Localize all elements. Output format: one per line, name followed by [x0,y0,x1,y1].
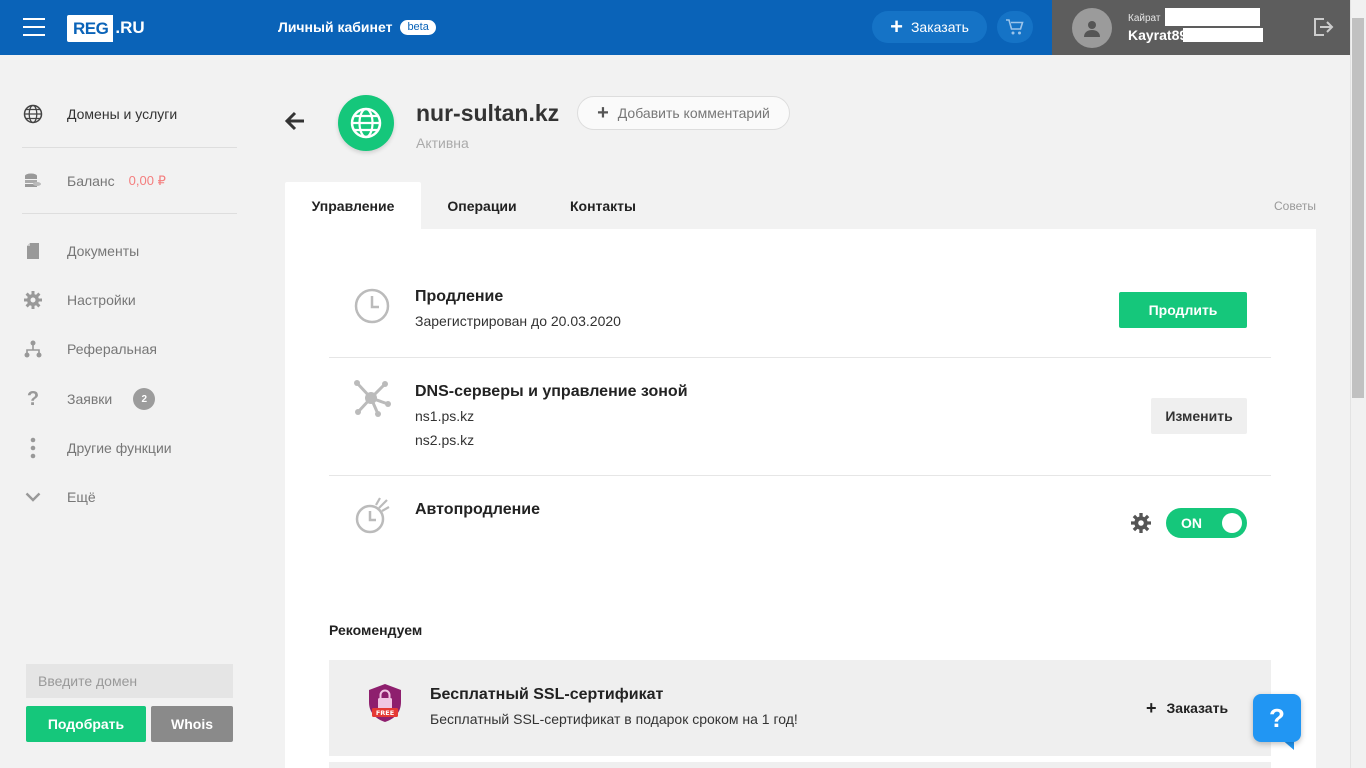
renew-button[interactable]: Продлить [1119,292,1247,328]
promo-card-next [329,762,1271,768]
cart-button[interactable] [997,11,1033,43]
sidebar-item-label: Ещё [67,489,96,505]
ssl-promo-title: Бесплатный SSL-сертификат [430,686,664,703]
domain-name: nur-sultan.kz [416,100,560,126]
row-divider [329,357,1271,358]
sidebar-item-documents[interactable]: Документы [22,240,139,262]
toggle-knob [1222,513,1242,533]
sidebar-item-label: Заявки [67,391,113,407]
autorenew-clock-icon [355,497,390,534]
redacted-block [1165,8,1260,26]
sidebar-item-domains[interactable]: Домены и услуги [22,103,177,125]
dns-ns2: ns2.ps.kz [415,432,475,448]
sidebar-item-settings[interactable]: Настройки [22,289,136,311]
sidebar-item-label: Настройки [67,292,136,308]
plus-icon: + [597,102,609,124]
requests-count-badge: 2 [133,388,156,410]
question-icon: ? [26,387,40,410]
sidebar-item-label: Другие функции [67,440,172,456]
toggle-label: ON [1181,515,1202,531]
plus-icon: + [1146,698,1157,718]
top-header: REG .RU Личный кабинет beta + Заказать К… [0,0,1350,55]
sidebar-item-requests[interactable]: ? Заявки 2 [22,387,156,410]
tab-management[interactable]: Управление [285,182,421,230]
logout-icon[interactable] [1312,16,1334,38]
hamburger-menu-icon[interactable] [23,18,45,36]
logo-ru: .RU [115,18,145,37]
domain-icon [338,95,394,151]
dns-ns1: ns1.ps.kz [415,408,475,424]
gear-icon[interactable] [1131,513,1151,533]
change-dns-button[interactable]: Изменить [1151,398,1247,434]
pick-domain-button[interactable]: Подобрать [26,706,146,742]
sidebar-item-label: Домены и услуги [67,106,178,122]
balance-value: 0,00 ₽ [128,173,166,188]
dns-title: DNS-серверы и управление зоной [415,383,688,400]
add-comment-button[interactable]: + Добавить комментарий [577,96,790,130]
sidebar-item-balance[interactable]: Баланс 0,00 ₽ [22,170,166,192]
network-icon [354,380,391,417]
sidebar-item-other[interactable]: Другие функции [22,437,172,459]
referral-icon [22,338,44,360]
help-button[interactable]: ? [1253,694,1301,742]
sidebar-item-label: Реферальная [67,341,157,357]
domain-search-input[interactable] [26,664,233,698]
tips-link[interactable]: Советы [1274,199,1316,213]
sidebar-item-label: Баланс [67,173,115,189]
autorenew-toggle[interactable]: ON [1166,508,1247,538]
ssl-shield-icon: FREE [369,684,401,722]
ssl-promo-text: Бесплатный SSL-сертификат в подарок срок… [430,711,798,727]
scrollbar-thumb[interactable] [1352,18,1364,398]
renewal-text: Зарегистрирован до 20.03.2020 [415,313,621,329]
user-icon [1084,21,1100,37]
row-divider [329,475,1271,476]
more-icon [22,437,44,459]
cabinet-title: Личный кабинет beta [278,19,436,35]
coins-icon [22,170,44,192]
cart-icon [1006,19,1024,35]
ssl-order-button[interactable]: + Заказать [1146,699,1228,717]
sidebar-item-referral[interactable]: Реферальная [22,338,157,360]
tab-operations[interactable]: Операции [421,182,543,230]
user-label: Кайрат [1128,13,1161,24]
avatar[interactable] [1072,8,1112,48]
globe-icon [350,107,382,139]
gear-icon [22,289,44,311]
redacted-block [1183,28,1263,42]
renewal-title: Продление [415,288,504,305]
add-comment-label: Добавить комментарий [617,105,770,121]
sidebar-divider [22,213,237,214]
autorenew-title: Автопродление [415,501,540,518]
chevron-down-icon [22,486,44,508]
cabinet-title-text: Личный кабинет [278,19,393,35]
recommend-heading: Рекомендуем [329,622,423,638]
domain-status: Активна [416,135,469,151]
order-button[interactable]: + Заказать [872,11,987,43]
logo[interactable]: REG .RU [67,13,145,43]
sidebar-divider [22,147,237,148]
svg-text:FREE: FREE [376,709,394,717]
beta-badge: beta [400,19,436,35]
sidebar-item-more[interactable]: Ещё [22,486,96,508]
back-arrow-icon[interactable] [284,110,306,132]
order-button-label: Заказать [910,19,969,35]
ssl-promo-card [329,660,1271,756]
sidebar-item-label: Документы [67,243,140,259]
clock-icon [354,288,390,324]
user-login: Kayrat89 [1128,27,1188,43]
document-icon [22,240,44,262]
globe-icon [22,103,44,125]
logo-reg: REG [67,14,114,42]
whois-button[interactable]: Whois [151,706,233,742]
plus-icon: + [890,14,903,39]
ssl-order-label: Заказать [1166,700,1229,716]
tab-contacts[interactable]: Контакты [543,182,663,230]
